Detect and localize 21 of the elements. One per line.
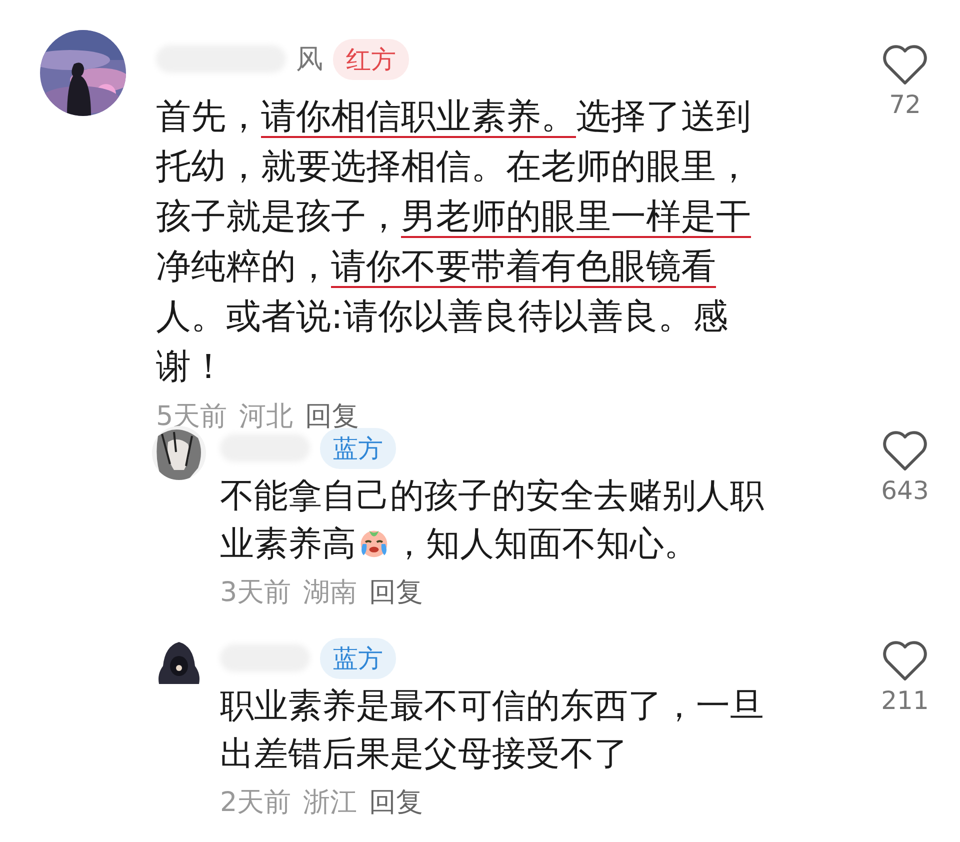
location: 浙江 <box>303 786 358 820</box>
side-tag: 蓝方 <box>320 638 396 678</box>
side-tag: 蓝方 <box>320 428 396 468</box>
comment-text: 首先，请你相信职业素养。选择了送到托幼，就要选择相信。在老师的眼里，孩子就是孩子，男老师的眼里一样是干 净纯粹的，请你不要带着有色眼镜看 人。或者说:请你以善良待以善良。感谢！ <box>156 96 752 389</box>
time: 3天前 <box>220 576 292 610</box>
comment-text: 不能拿自己的孩子的安全去赌别人职业素养高 ，知人知面不知心。 <box>220 475 765 566</box>
heart-icon[interactable] <box>882 640 928 682</box>
reply-link[interactable]: 回复 <box>369 574 424 610</box>
like-count: 643 <box>881 476 929 505</box>
heart-icon[interactable] <box>882 430 928 472</box>
time: 5天前 <box>156 400 228 434</box>
username: 风 <box>296 43 323 77</box>
like-count: 211 <box>881 686 929 715</box>
location: 河北 <box>239 400 294 434</box>
heart-icon[interactable] <box>882 44 928 86</box>
like-count: 72 <box>889 90 921 119</box>
location: 湖南 <box>303 576 358 610</box>
comment-text: 职业素养是最不可信的东西了，一旦出差错后果是父母接受不了 <box>220 685 765 776</box>
reply-link[interactable]: 回复 <box>369 784 424 820</box>
time: 2天前 <box>220 786 292 820</box>
side-tag: 红方 <box>333 38 409 80</box>
